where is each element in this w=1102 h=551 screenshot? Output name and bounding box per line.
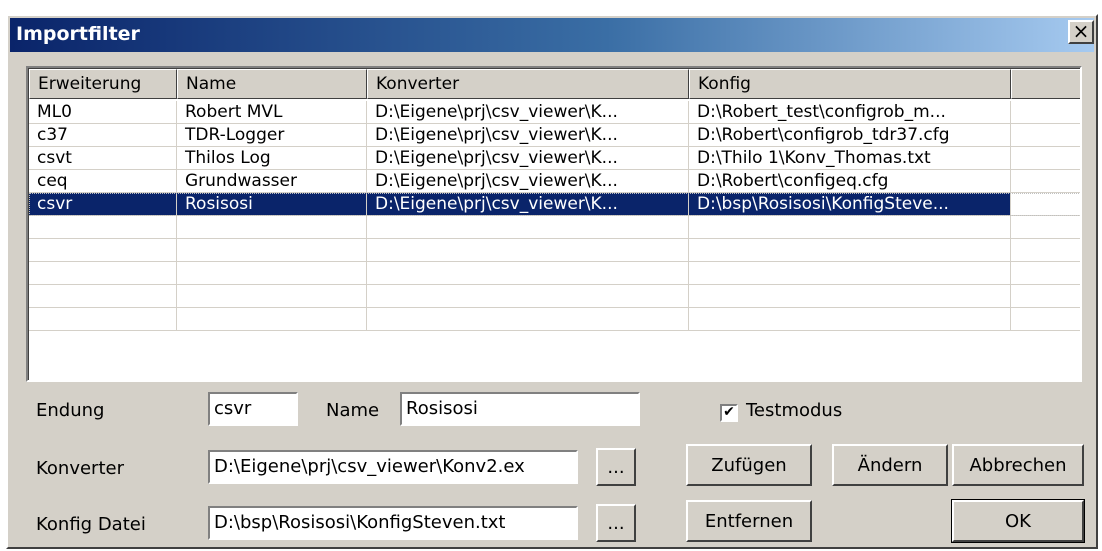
empty-row	[29, 239, 1080, 262]
testmodus-checkbox[interactable]: ✔	[720, 404, 738, 422]
konfig-browse-button[interactable]: ...	[596, 504, 636, 542]
cell-name: Robert MVL	[177, 101, 367, 124]
cell-konfig: D:\Robert\configeq.cfg	[689, 170, 1011, 193]
cell-empty	[1011, 147, 1080, 170]
empty-row	[29, 308, 1080, 331]
cell-name: Thilos Log	[177, 147, 367, 170]
cell-erweiterung: csvt	[29, 147, 177, 170]
entfernen-button[interactable]: Entfernen	[686, 500, 812, 542]
title-bar[interactable]: Importfilter	[10, 18, 1094, 52]
table-row[interactable]: csvt Thilos Log D:\Eigene\prj\csv_viewer…	[29, 147, 1080, 170]
table-row[interactable]: ML0 Robert MVL D:\Eigene\prj\csv_viewer\…	[29, 101, 1080, 124]
column-header-erweiterung[interactable]: Erweiterung	[29, 69, 177, 99]
cell-erweiterung: ceq	[29, 170, 177, 193]
list-body: ML0 Robert MVL D:\Eigene\prj\csv_viewer\…	[29, 101, 1080, 331]
cell-konfig: D:\Robert\configrob_tdr37.cfg	[689, 124, 1011, 147]
table-row-selected[interactable]: csvr Rosisosi D:\Eigene\prj\csv_viewer\K…	[29, 193, 1080, 216]
cell-empty	[1011, 124, 1080, 147]
zufuegen-button[interactable]: Zufügen	[686, 444, 812, 486]
abbrechen-button[interactable]: Abbrechen	[952, 444, 1084, 486]
endung-input[interactable]: csvr	[208, 392, 298, 426]
testmodus-label: Testmodus	[746, 400, 843, 421]
name-label: Name	[326, 400, 380, 421]
cell-konfig: D:\Robert_test\configrob_m...	[689, 101, 1011, 124]
column-header-konverter[interactable]: Konverter	[367, 69, 689, 99]
cell-empty	[1011, 101, 1080, 124]
empty-row	[29, 285, 1080, 308]
konfig-datei-label: Konfig Datei	[36, 514, 146, 535]
table-row[interactable]: c37 TDR-Logger D:\Eigene\prj\csv_viewer\…	[29, 124, 1080, 147]
konverter-input[interactable]: D:\Eigene\prj\csv_viewer\Konv2.ex	[208, 450, 578, 484]
cell-konverter: D:\Eigene\prj\csv_viewer\K...	[367, 147, 689, 170]
endung-label: Endung	[36, 400, 105, 421]
cell-konverter: D:\Eigene\prj\csv_viewer\K...	[367, 193, 689, 216]
cell-empty	[1011, 170, 1080, 193]
cell-erweiterung: csvr	[29, 193, 177, 216]
cell-name: Rosisosi	[177, 193, 367, 216]
window-title: Importfilter	[16, 23, 140, 45]
filter-list[interactable]: Erweiterung Name Konverter Konfig ML0 Ro…	[26, 66, 1082, 382]
konfig-datei-input[interactable]: D:\bsp\Rosisosi\KonfigSteven.txt	[208, 506, 578, 540]
cell-konfig: D:\bsp\Rosisosi\KonfigSteve...	[689, 193, 1011, 216]
name-input[interactable]: Rosisosi	[400, 392, 640, 426]
cell-konverter: D:\Eigene\prj\csv_viewer\K...	[367, 124, 689, 147]
column-header-konfig[interactable]: Konfig	[689, 69, 1011, 99]
importfilter-dialog: Importfilter × Erweiterung Name Konverte…	[6, 14, 1098, 549]
cell-erweiterung: c37	[29, 124, 177, 147]
column-header-empty[interactable]	[1011, 69, 1080, 99]
cell-konfig: D:\Thilo 1\Konv_Thomas.txt	[689, 147, 1011, 170]
konverter-browse-button[interactable]: ...	[596, 448, 636, 486]
konverter-label: Konverter	[36, 458, 124, 479]
cell-empty	[1011, 193, 1080, 216]
cell-name: TDR-Logger	[177, 124, 367, 147]
list-header: Erweiterung Name Konverter Konfig	[29, 69, 1080, 99]
empty-row	[29, 262, 1080, 285]
cell-konverter: D:\Eigene\prj\csv_viewer\K...	[367, 170, 689, 193]
table-row[interactable]: ceq Grundwasser D:\Eigene\prj\csv_viewer…	[29, 170, 1080, 193]
empty-row	[29, 216, 1080, 239]
column-header-name[interactable]: Name	[177, 69, 367, 99]
cell-erweiterung: ML0	[29, 101, 177, 124]
ok-button[interactable]: OK	[951, 499, 1085, 543]
cell-konverter: D:\Eigene\prj\csv_viewer\K...	[367, 101, 689, 124]
cell-name: Grundwasser	[177, 170, 367, 193]
close-button[interactable]: ×	[1068, 20, 1094, 44]
aendern-button[interactable]: Ändern	[832, 444, 948, 486]
